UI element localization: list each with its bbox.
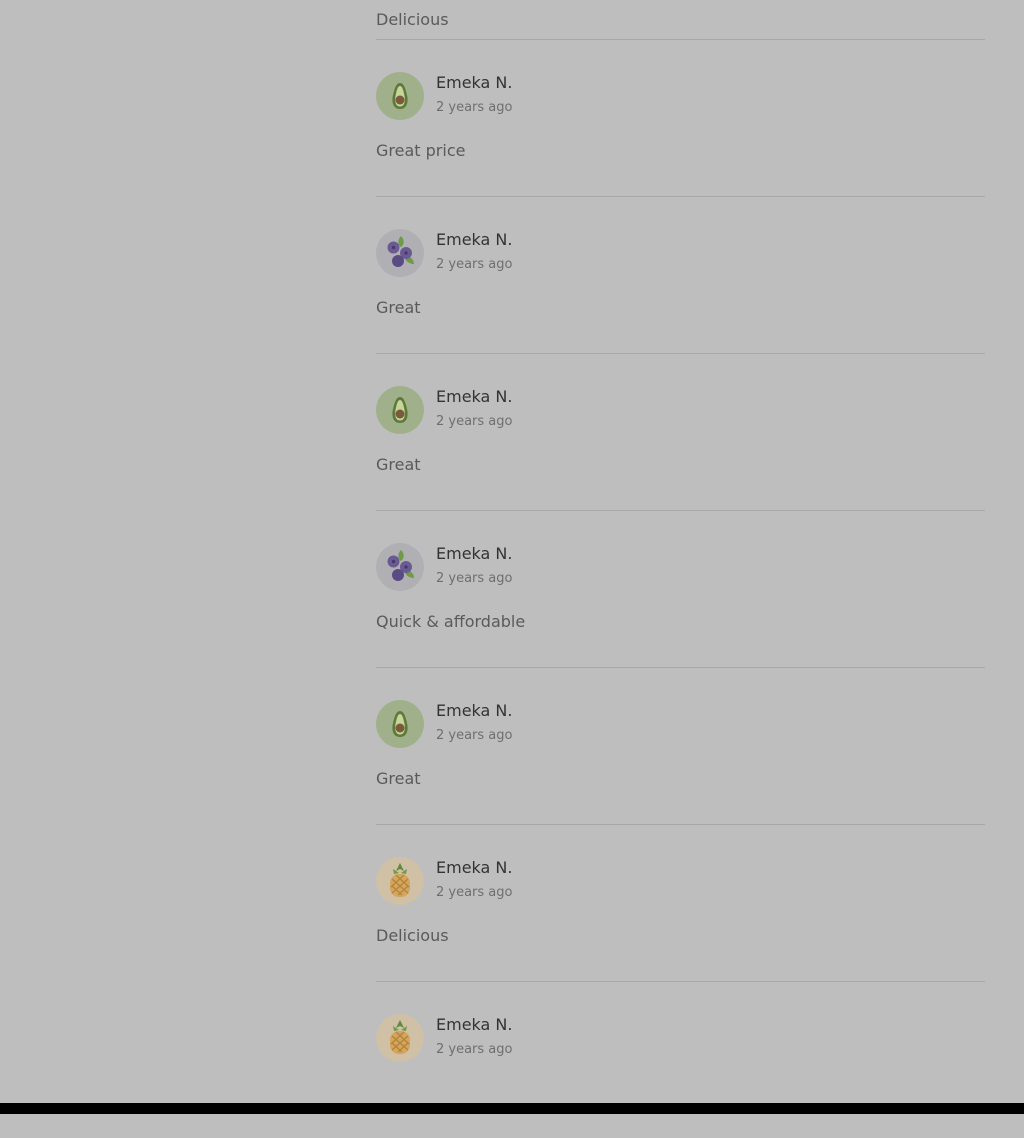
review-item: Emeka N. 2 years ago Great price — [376, 40, 985, 196]
review-time: 2 years ago — [436, 1042, 513, 1057]
review-comment: Great — [376, 455, 421, 474]
review-time: 2 years ago — [436, 100, 513, 115]
review-item: Emeka N. 2 years ago Great — [376, 354, 985, 510]
review-author: Emeka N. — [436, 701, 513, 720]
avocado-icon — [376, 700, 424, 748]
review-time: 2 years ago — [436, 885, 513, 900]
review-comment: Great price — [376, 141, 466, 160]
review-comment: Delicious — [376, 10, 449, 29]
pineapple-icon — [376, 1014, 424, 1062]
review-item: Emeka N. 2 years ago — [376, 982, 985, 1138]
review-comment: Delicious — [376, 926, 449, 945]
review-time: 2 years ago — [436, 414, 513, 429]
review-author: Emeka N. — [436, 1015, 513, 1034]
review-comment: Quick & affordable — [376, 612, 526, 631]
blueberry-icon — [376, 229, 424, 277]
review-comment: Great — [376, 298, 421, 317]
pineapple-icon — [376, 857, 424, 905]
reviews-list: Delicious Emeka N. 2 years ago Great pri… — [376, 0, 985, 1138]
review-time: 2 years ago — [436, 571, 513, 586]
review-time: 2 years ago — [436, 257, 513, 272]
review-item: Emeka N. 2 years ago Quick & affordable — [376, 511, 985, 667]
review-author: Emeka N. — [436, 544, 513, 563]
review-item: Emeka N. 2 years ago Delicious — [376, 825, 985, 981]
blueberry-icon — [376, 543, 424, 591]
review-comment: Great — [376, 769, 421, 788]
review-time: 2 years ago — [436, 728, 513, 743]
review-author: Emeka N. — [436, 230, 513, 249]
review-item: Emeka N. 2 years ago Great — [376, 197, 985, 353]
bottom-bar — [0, 1103, 1024, 1114]
avocado-icon — [376, 386, 424, 434]
review-author: Emeka N. — [436, 73, 513, 92]
avocado-icon — [376, 72, 424, 120]
review-item: Emeka N. 2 years ago Great — [376, 668, 985, 824]
review-author: Emeka N. — [436, 858, 513, 877]
review-author: Emeka N. — [436, 387, 513, 406]
